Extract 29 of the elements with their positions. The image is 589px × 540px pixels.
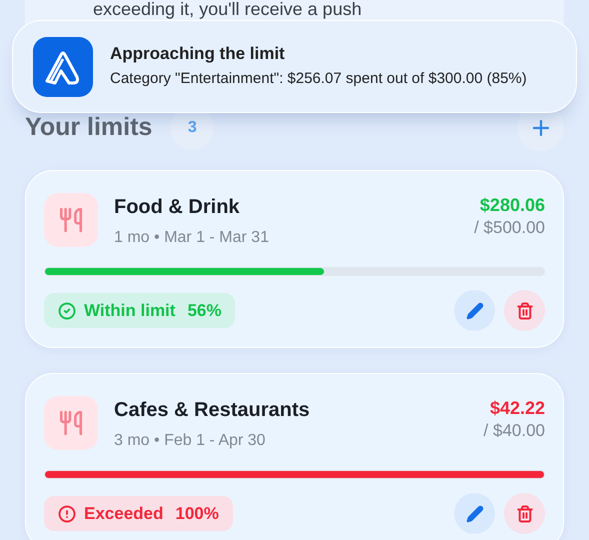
delete-button[interactable] bbox=[504, 493, 545, 534]
info-text: exceeding it, you'll receive a push bbox=[93, 0, 363, 19]
status-label: Within limit bbox=[84, 300, 176, 322]
limit-amount: / $40.00 bbox=[484, 420, 545, 442]
notification-body: Category "Entertainment": $256.07 spent out of $300.00 (85%) bbox=[110, 68, 528, 88]
spent-amount: $280.06 bbox=[480, 194, 545, 217]
spent-amount: $42.22 bbox=[490, 397, 545, 420]
edit-button[interactable] bbox=[454, 493, 495, 534]
delete-button[interactable] bbox=[504, 290, 545, 331]
utensils-icon bbox=[58, 410, 84, 436]
status-label: Exceeded bbox=[84, 502, 164, 525]
edit-button[interactable] bbox=[454, 290, 495, 331]
app-logo-icon bbox=[33, 36, 93, 96]
trash-icon bbox=[516, 302, 534, 320]
limit-name: Cafes & Restaurants bbox=[114, 398, 311, 423]
pencil-icon bbox=[466, 504, 484, 522]
pencil-icon bbox=[466, 302, 484, 320]
check-circle-icon bbox=[58, 302, 76, 320]
status-percent: 100% bbox=[175, 502, 219, 525]
trash-icon bbox=[516, 504, 534, 522]
utensils-icon bbox=[58, 207, 84, 233]
alert-icon bbox=[58, 504, 76, 522]
limit-name: Food & Drink bbox=[114, 195, 241, 220]
status-percent: 56% bbox=[187, 300, 222, 322]
limit-period: 3 mo • Feb 1 - Apr 30 bbox=[114, 431, 266, 451]
section-title: Your limits bbox=[25, 112, 152, 143]
limit-amount: / $500.00 bbox=[474, 217, 545, 239]
notification-title: Approaching the limit bbox=[110, 42, 286, 64]
limit-period: 1 mo • Mar 1 - Mar 31 bbox=[114, 228, 270, 248]
